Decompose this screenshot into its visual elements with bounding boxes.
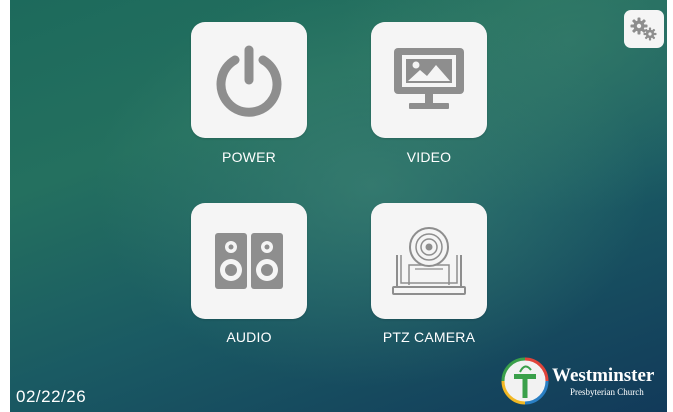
power-label: POWER <box>222 149 276 165</box>
video-label: VIDEO <box>406 149 452 165</box>
settings-button[interactable] <box>624 10 664 48</box>
church-name: Westminster <box>552 365 655 386</box>
gears-icon <box>630 17 657 41</box>
church-subtitle: Presbyterian Church <box>570 387 644 397</box>
audio-button[interactable] <box>191 203 307 319</box>
church-logo: Westminster Presbyterian Church <box>500 356 665 408</box>
power-icon <box>216 45 282 117</box>
audio-label: AUDIO <box>226 329 272 345</box>
touch-panel-screen: POWER VIDEO AUDIO PTZ CAMERA <box>10 0 667 412</box>
westminster-cross-logo-icon <box>501 357 549 405</box>
ptz-camera-button[interactable] <box>371 203 487 319</box>
speakers-icon <box>215 233 283 289</box>
ptz-camera-icon <box>392 227 466 295</box>
date-display: 02/22/26 <box>16 387 87 406</box>
ptz-camera-label: PTZ CAMERA <box>382 329 476 345</box>
power-button[interactable] <box>191 22 307 138</box>
video-button[interactable] <box>371 22 487 138</box>
monitor-image-icon <box>394 48 464 109</box>
